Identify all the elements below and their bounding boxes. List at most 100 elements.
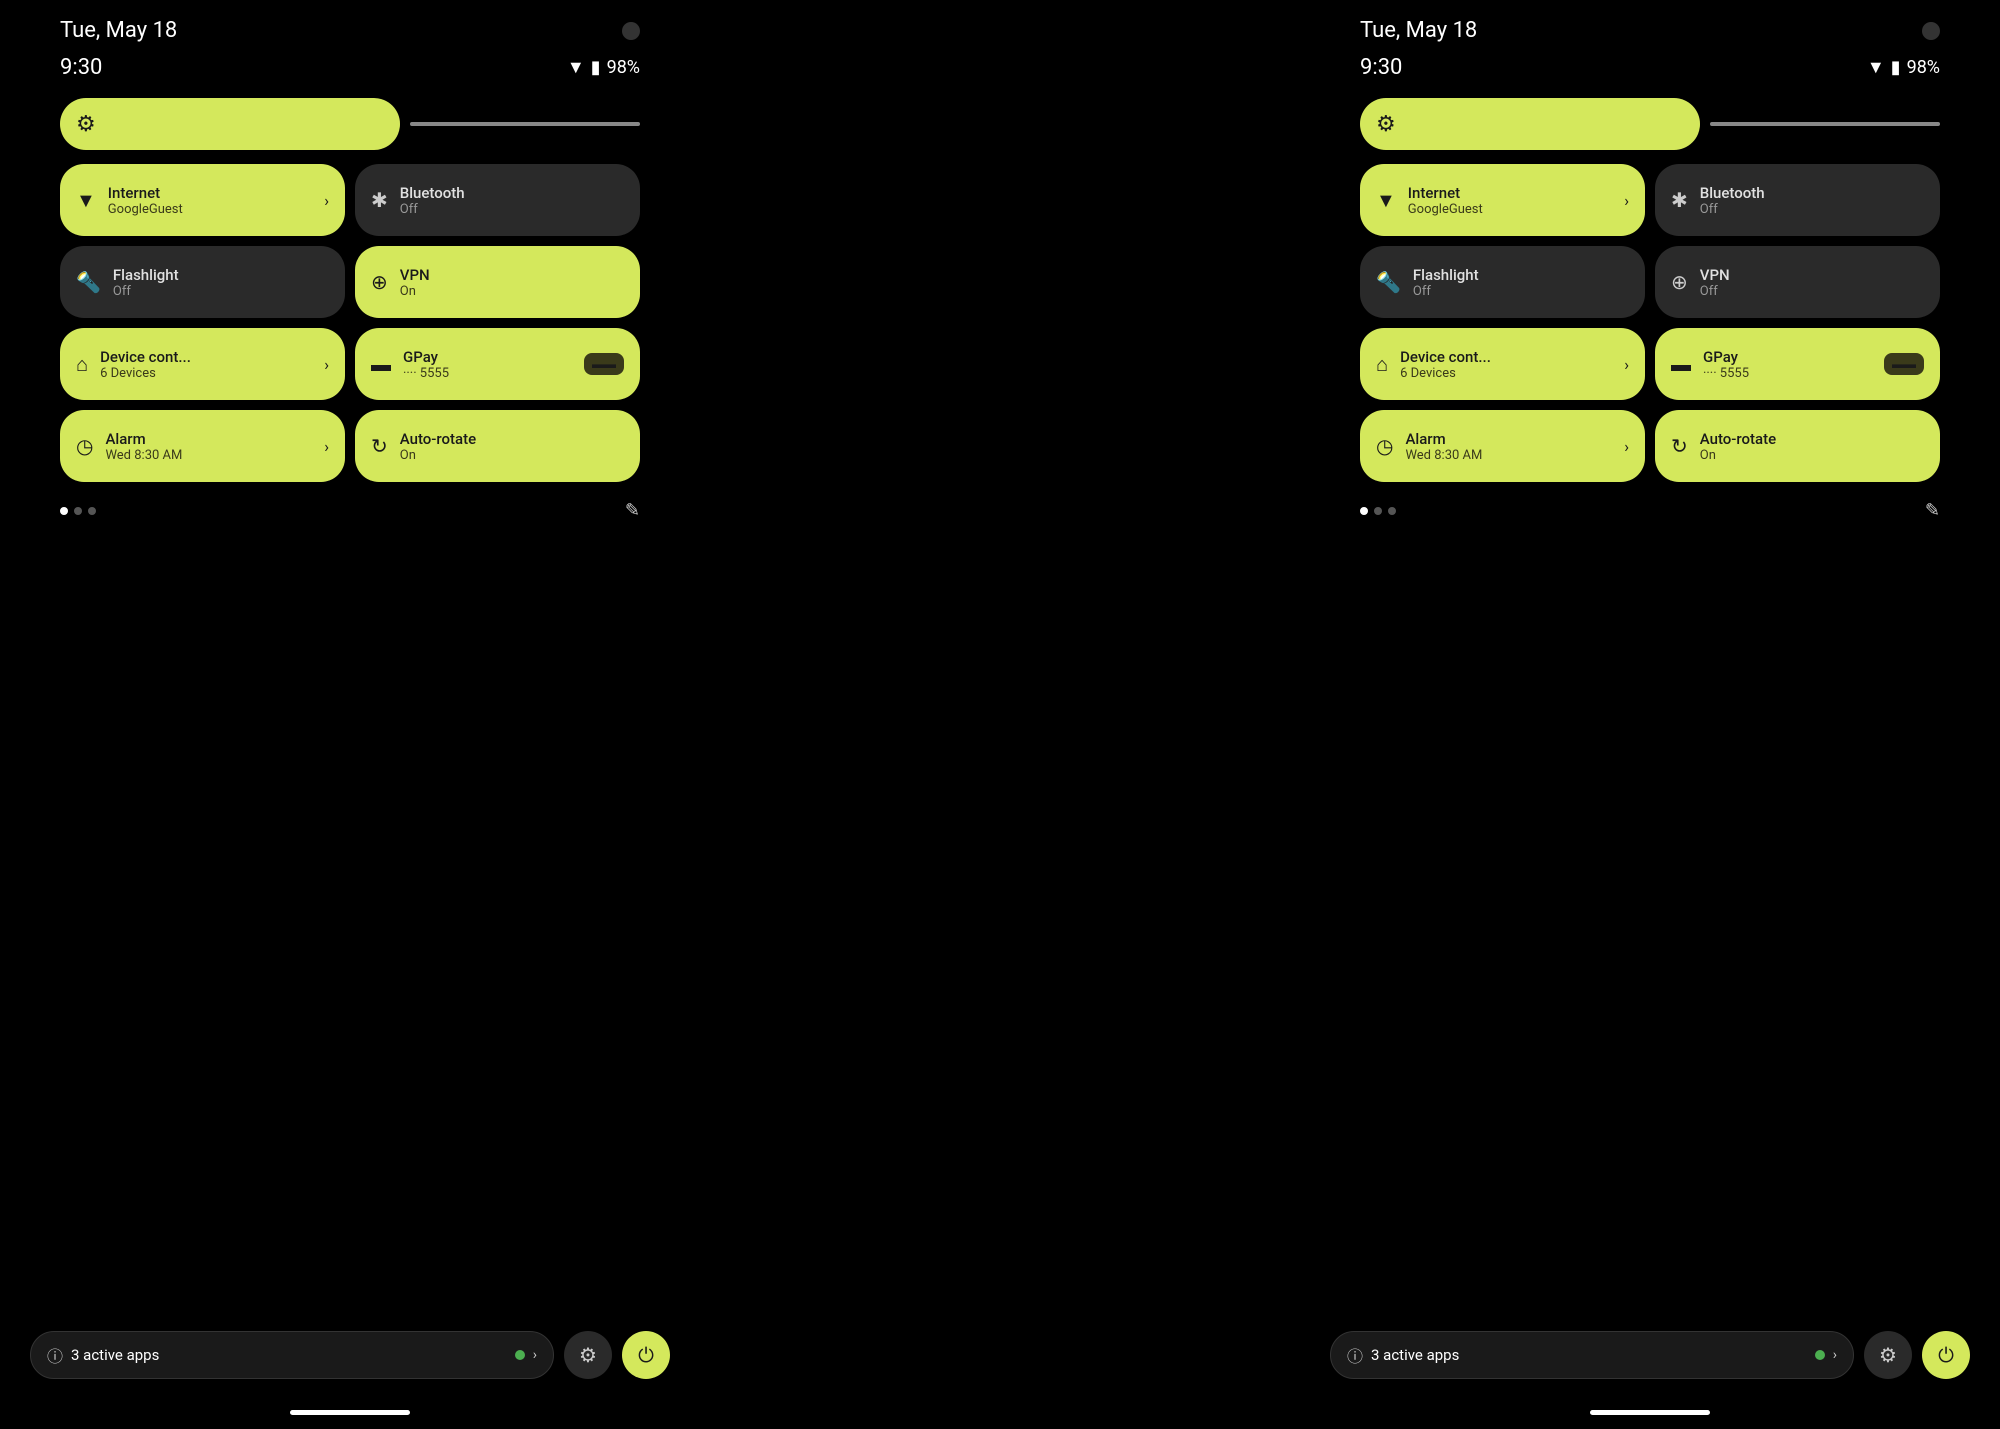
brightness-row-left[interactable]: ⚙ (60, 98, 640, 150)
dot-1-right[interactable] (1360, 507, 1368, 515)
gpay-tile-icon-left: ▬ (371, 352, 391, 377)
status-bar-left: Tue, May 18 (60, 0, 640, 51)
internet-chevron-right: › (1624, 191, 1629, 210)
active-apps-text-right: 3 active apps (1371, 1346, 1459, 1364)
tile-alarm-subtitle-right: Wed 8:30 AM (1405, 448, 1482, 463)
tile-gpay-right[interactable]: ▬ GPay ···· 5555 ▬▬ (1655, 328, 1940, 400)
tile-device-text-right: Device cont... 6 Devices (1400, 348, 1491, 381)
tile-bluetooth-left[interactable]: ✱ Bluetooth Off (355, 164, 640, 236)
tile-flashlight-title-left: Flashlight (113, 266, 179, 284)
tile-gpay-text-left: GPay ···· 5555 (403, 348, 449, 381)
tile-flashlight-left[interactable]: 🔦 Flashlight Off (60, 246, 345, 318)
battery-text-left: 98% (607, 57, 640, 78)
info-icon-right: ⓘ (1347, 1343, 1363, 1367)
camera-dot-left (622, 22, 640, 40)
wifi-tile-icon-left: ▼ (76, 188, 96, 213)
power-btn-right[interactable]: ⏻ (1922, 1331, 1970, 1379)
tile-vpn-subtitle-left: On (400, 284, 430, 299)
alarm-chevron-right: › (1624, 437, 1629, 456)
tile-internet-title-right: Internet (1408, 184, 1483, 202)
power-icon-right: ⏻ (1938, 1343, 1954, 1367)
green-dot-left (515, 1350, 525, 1360)
internet-chevron-left: › (324, 191, 329, 210)
page-dots-right (1360, 507, 1396, 515)
flashlight-tile-icon-right: 🔦 (1376, 270, 1401, 294)
tile-device-control-left[interactable]: ⌂ Device cont... 6 Devices › (60, 328, 345, 400)
tile-alarm-text-right: Alarm Wed 8:30 AM (1405, 430, 1482, 463)
tile-device-control-right[interactable]: ⌂ Device cont... 6 Devices › (1360, 328, 1645, 400)
tile-vpn-text-right: VPN Off (1700, 266, 1730, 299)
settings-btn-right[interactable]: ⚙ (1864, 1331, 1912, 1379)
dot-2-left[interactable] (74, 507, 82, 515)
tile-autorotate-right[interactable]: ↻ Auto-rotate On (1655, 410, 1940, 482)
gpay-card-left: ▬▬ (584, 353, 624, 375)
tile-internet-left[interactable]: ▼ Internet GoogleGuest › (60, 164, 345, 236)
tile-alarm-left[interactable]: ◷ Alarm Wed 8:30 AM › (60, 410, 345, 482)
edit-icon-right[interactable]: ✎ (1925, 500, 1940, 521)
tile-vpn-title-left: VPN (400, 266, 430, 284)
tiles-grid-right: ▼ Internet GoogleGuest › ✱ Bluetooth Off… (1360, 164, 1940, 482)
brightness-track-right[interactable] (1710, 122, 1940, 126)
tile-gpay-title-right: GPay (1703, 348, 1749, 366)
brightness-row-right[interactable]: ⚙ (1360, 98, 1940, 150)
bottom-bar-left: ⓘ 3 active apps › ⚙ ⏻ (0, 1331, 700, 1379)
tile-internet-right[interactable]: ▼ Internet GoogleGuest › (1360, 164, 1645, 236)
tile-bluetooth-title-right: Bluetooth (1700, 184, 1765, 202)
dot-3-right[interactable] (1388, 507, 1396, 515)
tile-autorotate-left[interactable]: ↻ Auto-rotate On (355, 410, 640, 482)
tile-internet-subtitle-left: GoogleGuest (108, 202, 183, 217)
device-tile-icon-left: ⌂ (76, 352, 88, 377)
battery-icon-right: ▮ (1891, 57, 1901, 78)
power-btn-left[interactable]: ⏻ (622, 1331, 670, 1379)
autorotate-tile-icon-right: ↻ (1671, 434, 1688, 458)
wifi-icon-right: ▼ (1867, 57, 1885, 78)
tile-flashlight-text-left: Flashlight Off (113, 266, 179, 299)
settings-icon-right: ⚙ (1879, 1343, 1897, 1367)
tile-autorotate-subtitle-right: On (1700, 448, 1776, 463)
tile-bluetooth-right[interactable]: ✱ Bluetooth Off (1655, 164, 1940, 236)
dot-1-left[interactable] (60, 507, 68, 515)
status-date-left: Tue, May 18 (60, 18, 177, 43)
dot-3-left[interactable] (88, 507, 96, 515)
tile-flashlight-right[interactable]: 🔦 Flashlight Off (1360, 246, 1645, 318)
tile-gpay-subtitle-right: ···· 5555 (1703, 366, 1749, 381)
tile-vpn-left[interactable]: ⊕ VPN On (355, 246, 640, 318)
device-tile-icon-right: ⌂ (1376, 352, 1388, 377)
tile-alarm-right[interactable]: ◷ Alarm Wed 8:30 AM › (1360, 410, 1645, 482)
alarm-chevron-left: › (324, 437, 329, 456)
alarm-tile-icon-left: ◷ (76, 434, 93, 458)
alarm-tile-icon-right: ◷ (1376, 434, 1393, 458)
tile-internet-subtitle-right: GoogleGuest (1408, 202, 1483, 217)
tile-alarm-text-left: Alarm Wed 8:30 AM (105, 430, 182, 463)
brightness-pill-right[interactable]: ⚙ (1360, 98, 1700, 150)
edit-icon-left[interactable]: ✎ (625, 500, 640, 521)
tile-vpn-text-left: VPN On (400, 266, 430, 299)
active-apps-pill-right[interactable]: ⓘ 3 active apps › (1330, 1331, 1854, 1379)
tile-device-text-left: Device cont... 6 Devices (100, 348, 191, 381)
tile-gpay-left[interactable]: ▬ GPay ···· 5555 ▬▬ (355, 328, 640, 400)
tile-device-title-left: Device cont... (100, 348, 191, 366)
brightness-pill-left[interactable]: ⚙ (60, 98, 400, 150)
status-time-left: 9:30 (60, 55, 102, 80)
power-icon-left: ⏻ (638, 1343, 654, 1367)
bluetooth-tile-icon-right: ✱ (1671, 188, 1688, 212)
tile-internet-text-right: Internet GoogleGuest (1408, 184, 1483, 217)
settings-btn-left[interactable]: ⚙ (564, 1331, 612, 1379)
autorotate-tile-icon-left: ↻ (371, 434, 388, 458)
tile-vpn-subtitle-right: Off (1700, 284, 1730, 299)
tile-autorotate-text-left: Auto-rotate On (400, 430, 476, 463)
active-apps-pill-left[interactable]: ⓘ 3 active apps › (30, 1331, 554, 1379)
pill-chevron-left: › (533, 1347, 537, 1363)
battery-icon-left: ▮ (591, 57, 601, 78)
pill-chevron-right: › (1833, 1347, 1837, 1363)
info-icon-left: ⓘ (47, 1343, 63, 1367)
dot-2-right[interactable] (1374, 507, 1382, 515)
tile-vpn-title-right: VPN (1700, 266, 1730, 284)
tile-gpay-subtitle-left: ···· 5555 (403, 366, 449, 381)
brightness-track-left[interactable] (410, 122, 640, 126)
bottom-bar-right: ⓘ 3 active apps › ⚙ ⏻ (1300, 1331, 2000, 1379)
tile-vpn-right[interactable]: ⊕ VPN Off (1655, 246, 1940, 318)
tile-alarm-title-left: Alarm (105, 430, 182, 448)
tile-alarm-subtitle-left: Wed 8:30 AM (105, 448, 182, 463)
status-time-row-right: 9:30 ▼ ▮ 98% (1360, 51, 1940, 98)
